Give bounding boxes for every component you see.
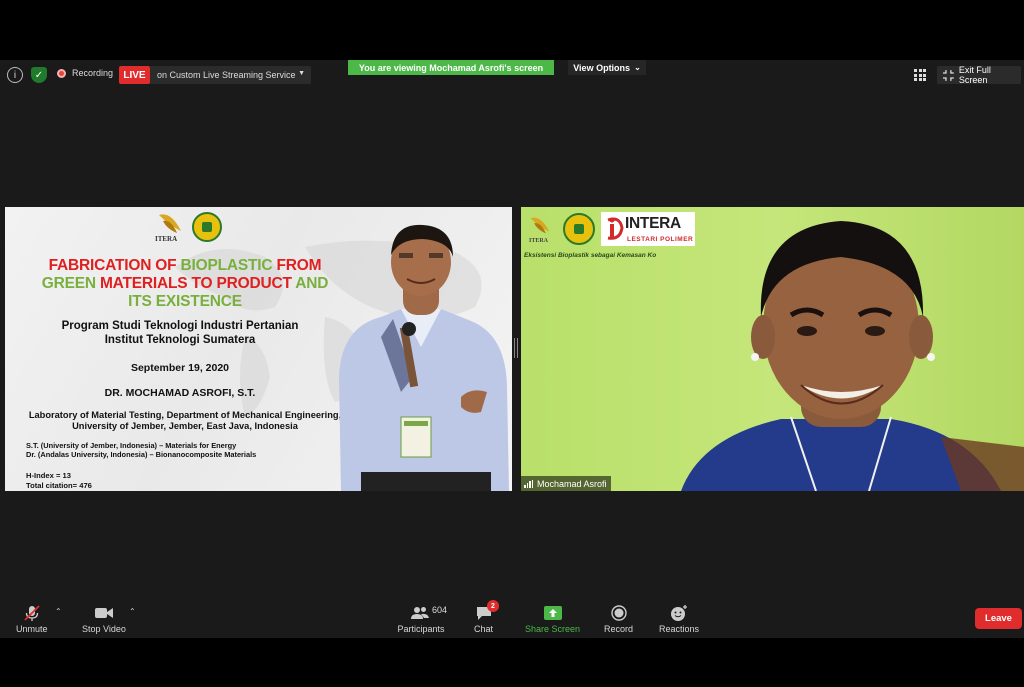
participant-name-tag: Mochamad Asrofi [521, 476, 611, 491]
lab-line-2: University of Jember, Jember, East Java,… [72, 421, 298, 431]
slide-author: DR. MOCHAMAD ASROFI, S.T. [104, 387, 256, 399]
muted-mic-icon [23, 603, 41, 623]
slide-title: FABRICATION OF BIOPLASTIC FROM GREEN MAT… [25, 257, 345, 311]
itera-logo-icon [530, 217, 550, 234]
lab-line-1: Laboratory of Material Testing, Departme… [28, 410, 342, 420]
shield-icon[interactable]: ✓ [31, 67, 47, 83]
h-index: H-Index = 13 [26, 471, 71, 480]
unmute-label: Unmute [16, 624, 48, 634]
participant-video-feed [681, 221, 1024, 491]
letterbox-bottom [0, 638, 1024, 687]
degree-line-2: Dr. (Andalas University, Indonesia) – Bi… [26, 450, 257, 459]
reactions-button[interactable]: Reactions [659, 603, 699, 634]
participants-count: 604 [432, 605, 448, 615]
slide-degrees: S.T. (University of Jember, Indonesia) –… [26, 441, 256, 459]
split-view-divider[interactable] [514, 338, 518, 358]
signal-icon [524, 479, 533, 488]
video-camera-icon [94, 603, 114, 623]
virtual-background-caption: Eksistensi Bioplastik sebagai Kemasan Ko [524, 252, 657, 259]
reactions-icon [670, 603, 688, 623]
reactions-label: Reactions [659, 624, 700, 634]
share-screen-label: Share Screen [525, 624, 581, 634]
slide-affiliation: Laboratory of Material Testing, Departme… [15, 410, 355, 432]
slide-title-segment: ITS EXISTENCE [128, 293, 242, 310]
leave-button[interactable]: Leave [975, 608, 1022, 629]
slide-date: September 19, 2020 [130, 362, 230, 374]
chat-unread-badge: 2 [487, 600, 499, 612]
university-emblem-icon [563, 213, 595, 245]
slide-title-segment: BIOPLASTIC [180, 257, 277, 274]
speaker-photo [339, 224, 509, 491]
itera-logo-icon [159, 214, 181, 233]
slide-title-line-1: FABRICATION OF BIOPLASTIC FROM [25, 257, 345, 275]
shared-screen-slide: ITERA FABRICATION OF BIOPLASTIC FROM GRE… [5, 207, 512, 491]
program-line-2: Institut Teknologi Sumatera [104, 334, 256, 346]
slide-title-segment: GREEN [41, 275, 100, 292]
record-label: Record [604, 624, 634, 634]
participant-video-tile: ITERA INTERA LESTARI POLIMER Eksistensi … [521, 207, 1024, 491]
itera-logo-text: ITERA [155, 235, 178, 243]
exit-fullscreen-icon [943, 69, 954, 81]
viewing-screen-banner: You are viewing Mochamad Asrofi's screen [348, 60, 554, 75]
share-screen-button[interactable]: Share Screen [525, 603, 580, 634]
total-citations: Total citation= 476 [26, 480, 92, 490]
slide-program: Program Studi Teknologi Industri Pertani… [35, 319, 325, 347]
stream-service-label: on Custom Live Streaming Service [157, 70, 296, 80]
audio-options-caret[interactable]: ⌃ [55, 607, 62, 616]
exit-fullscreen-label: Exit Full Screen [958, 65, 991, 85]
recording-indicator[interactable]: Recording [57, 68, 113, 78]
view-options-label: View Options [573, 62, 631, 73]
record-dot-icon [57, 68, 66, 78]
unmute-button[interactable]: Unmute [16, 603, 48, 634]
participant-name: Mochamad Asrofi [537, 478, 607, 489]
live-badge[interactable]: LIVE [119, 66, 150, 84]
chevron-down-icon: ▼ [298, 70, 305, 77]
record-button[interactable]: Record [604, 603, 633, 634]
slide-title-line-3: ITS EXISTENCE [25, 293, 345, 311]
recording-label: Recording [72, 68, 114, 78]
program-line-1: Program Studi Teknologi Industri Pertani… [61, 320, 299, 332]
participants-label: Participants [397, 624, 445, 634]
record-icon [610, 603, 627, 623]
slide-metrics: H-Index = 13 Total citation= 476 [26, 471, 92, 490]
slide-title-segment: FABRICATION OF [48, 257, 181, 274]
stop-video-label: Stop Video [82, 624, 126, 634]
chat-label: Chat [474, 624, 494, 634]
letterbox-top [0, 0, 1024, 60]
video-options-caret[interactable]: ⌃ [129, 607, 136, 616]
info-icon[interactable]: i [7, 67, 23, 83]
university-emblem-icon [192, 212, 222, 242]
intera-mark-icon [607, 217, 624, 240]
view-options-button[interactable]: View Options ⌄ [568, 60, 646, 75]
share-screen-icon [543, 603, 563, 623]
exit-fullscreen-button[interactable]: Exit Full Screen [937, 65, 1021, 85]
slide-title-line-2: GREEN MATERIALS TO PRODUCT AND [25, 275, 345, 293]
itera-logo-text: ITERA [529, 238, 549, 244]
chevron-down-icon: ⌄ [634, 63, 641, 72]
degree-line-1: S.T. (University of Jember, Indonesia) –… [26, 441, 237, 450]
stop-video-button[interactable]: Stop Video [82, 603, 126, 634]
slide-title-segment: FROM [276, 257, 322, 274]
live-stream-dropdown[interactable]: on Custom Live Streaming Service ▼ [150, 66, 311, 84]
slide-title-segment: MATERIALS TO PRODUCT [99, 275, 296, 292]
grid-view-icon[interactable] [914, 69, 926, 81]
